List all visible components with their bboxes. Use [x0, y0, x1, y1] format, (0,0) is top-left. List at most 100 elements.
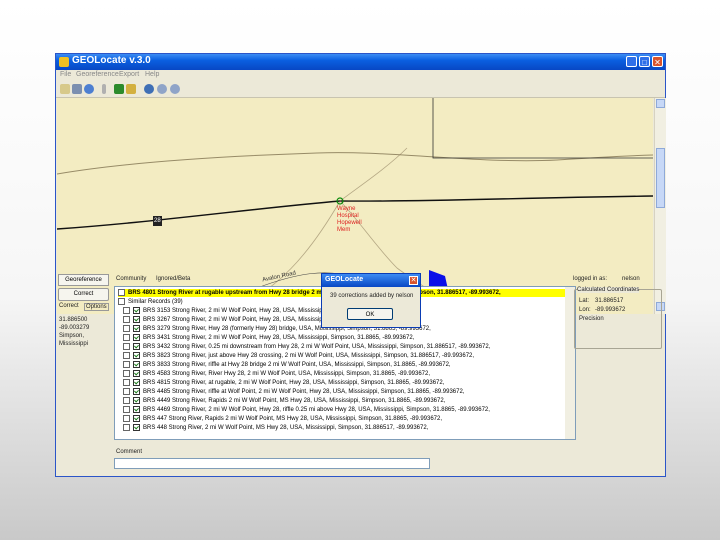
coord-lat: 31.886500	[59, 317, 88, 323]
row-accept-checkbox[interactable]	[133, 352, 140, 359]
scroll-thumb[interactable]	[656, 148, 665, 208]
record-row[interactable]: BRS 448 Strong River, 2 mi W Wolf Point,…	[123, 424, 428, 432]
close-button[interactable]: ✕	[652, 56, 663, 67]
row-select-checkbox[interactable]	[123, 424, 130, 431]
row-accept-checkbox[interactable]	[133, 388, 140, 395]
check-icon[interactable]	[114, 84, 124, 94]
record-row[interactable]: BRS 4815 Strong River, at rugable, 2 mi …	[123, 379, 444, 387]
coord-lon: -89.003279	[59, 325, 90, 331]
record-text: BRS 448 Strong River, 2 mi W Wolf Point,…	[143, 425, 429, 432]
record-text: BRS 4485 Strong River, riffle at Wolf Po…	[143, 389, 465, 396]
menu-help[interactable]: Help	[145, 71, 159, 78]
record-text: BRS 3823 Strong River, just above Hwy 28…	[143, 353, 475, 360]
ok-button[interactable]: OK	[347, 308, 393, 320]
logged-in-label: logged in as:	[573, 276, 608, 282]
row-select-checkbox[interactable]	[123, 334, 130, 341]
row-select-checkbox[interactable]	[123, 343, 130, 350]
tab-correct[interactable]: Correct	[59, 303, 79, 309]
zoom-in-icon[interactable]	[157, 84, 167, 94]
lon-value: -89.993672	[595, 307, 626, 313]
row-accept-checkbox[interactable]	[133, 343, 140, 350]
row-accept-checkbox[interactable]	[133, 379, 140, 386]
row-select-checkbox[interactable]	[123, 379, 130, 386]
correct-button[interactable]: Correct	[58, 288, 109, 301]
row-select-checkbox[interactable]	[123, 406, 130, 413]
row-select-checkbox[interactable]	[123, 415, 130, 422]
menu-georeference[interactable]: Georeference	[76, 71, 119, 78]
group-label: Similar Records (39)	[128, 299, 183, 306]
map-scrollbar[interactable]	[654, 98, 666, 314]
expand-toggle[interactable]	[118, 289, 125, 296]
location-label: Wayne Hospital Hopewell Mem	[337, 206, 362, 233]
open-icon[interactable]	[60, 84, 70, 94]
record-text: BRS 4449 Strong River, Rapids 2 mi W Wol…	[143, 398, 446, 405]
dialog-close-button[interactable]: ✕	[409, 276, 418, 285]
record-row[interactable]: BRS 3833 Strong River, riffle at Hwy 28 …	[123, 361, 451, 369]
maximize-button[interactable]: □	[639, 56, 650, 67]
tab-options[interactable]: Options	[84, 303, 109, 311]
dialog-title-bar[interactable]: GEOLocate ✕	[322, 274, 420, 287]
calculated-coordinates-group: Calculated Coordinates Lat: 31.886517 Lo…	[574, 287, 662, 349]
row-select-checkbox[interactable]	[123, 361, 130, 368]
record-text: BRS 3833 Strong River, riffle at Hwy 28 …	[143, 362, 451, 369]
record-row[interactable]: BRS 3432 Strong River, 0.25 mi downstrea…	[123, 343, 490, 351]
row-accept-checkbox[interactable]	[133, 424, 140, 431]
edit-icon[interactable]	[126, 84, 136, 94]
record-text: BRS 4583 Strong River, River Hwy 28, 2 m…	[143, 371, 431, 378]
scroll-up-button[interactable]	[656, 99, 665, 108]
record-row[interactable]: BRS 4485 Strong River, riffle at Wolf Po…	[123, 388, 464, 396]
precision-label: Precision	[579, 316, 604, 322]
row-select-checkbox[interactable]	[123, 325, 130, 332]
similar-records-group[interactable]: Similar Records (39)	[118, 298, 183, 306]
row-accept-checkbox[interactable]	[133, 325, 140, 332]
title-bar[interactable]: GEOLocate v.3.0 _ □ ✕	[56, 54, 665, 70]
record-text: BRS 3432 Strong River, 0.25 mi downstrea…	[143, 344, 491, 351]
dialog-title: GEOLocate	[325, 276, 364, 283]
row-select-checkbox[interactable]	[123, 388, 130, 395]
record-text: BRS 4815 Strong River, at rugable, 2 mi …	[143, 380, 445, 387]
row-accept-checkbox[interactable]	[133, 307, 140, 314]
row-accept-checkbox[interactable]	[133, 415, 140, 422]
record-row[interactable]: BRS 447 Strong River, Rapids 2 mi W Wolf…	[123, 415, 442, 423]
row-select-checkbox[interactable]	[123, 316, 130, 323]
georeference-header: Georeference	[58, 274, 109, 286]
row-accept-checkbox[interactable]	[133, 370, 140, 377]
selected-coordinates: 31.886500 -89.003279 Simpson, Mississipp…	[59, 316, 89, 348]
row-accept-checkbox[interactable]	[133, 361, 140, 368]
menu-bar: File Georeference Export Help	[56, 70, 665, 80]
save-icon[interactable]	[72, 84, 82, 94]
row-select-checkbox[interactable]	[123, 397, 130, 404]
user-name: nelson	[622, 276, 640, 282]
minimize-button[interactable]: _	[626, 56, 637, 67]
record-row[interactable]: BRS 4449 Strong River, Rapids 2 mi W Wol…	[123, 397, 445, 405]
tab-ignored-beta[interactable]: Ignored/Beta	[156, 276, 190, 282]
record-row[interactable]: BRS 4469 Strong River, 2 mi W Wolf Point…	[123, 406, 490, 414]
comment-label: Comment	[116, 449, 143, 455]
menu-export[interactable]: Export	[119, 71, 139, 78]
pointer-icon[interactable]	[102, 84, 106, 94]
calc-title: Calculated Coordinates	[577, 287, 640, 293]
globe-icon[interactable]	[84, 84, 94, 94]
tab-community[interactable]: Community	[116, 276, 146, 282]
row-select-checkbox[interactable]	[123, 370, 130, 377]
row-select-checkbox[interactable]	[123, 352, 130, 359]
menu-file[interactable]: File	[60, 71, 71, 78]
row-accept-checkbox[interactable]	[133, 406, 140, 413]
group-toggle[interactable]	[118, 298, 125, 305]
comment-input[interactable]	[114, 458, 430, 469]
record-row[interactable]: BRS 4583 Strong River, River Hwy 28, 2 m…	[123, 370, 430, 378]
zoom-out-icon[interactable]	[170, 84, 180, 94]
record-text: BRS 4469 Strong River, 2 mi W Wolf Point…	[143, 407, 490, 414]
lat-label: Lat:	[579, 298, 590, 304]
world-icon[interactable]	[144, 84, 154, 94]
app-globe-icon	[59, 57, 69, 67]
toolbar	[56, 81, 665, 98]
record-row[interactable]: BRS 3823 Strong River, just above Hwy 28…	[123, 352, 474, 360]
row-select-checkbox[interactable]	[123, 307, 130, 314]
row-accept-checkbox[interactable]	[133, 397, 140, 404]
dialog-message: 39 corrections added by nelson	[330, 293, 414, 299]
lon-label: Lon:	[579, 307, 591, 313]
row-accept-checkbox[interactable]	[133, 334, 140, 341]
row-accept-checkbox[interactable]	[133, 316, 140, 323]
record-row[interactable]: BRS 3431 Strong River, 2 mi W Wolf Point…	[123, 334, 414, 342]
